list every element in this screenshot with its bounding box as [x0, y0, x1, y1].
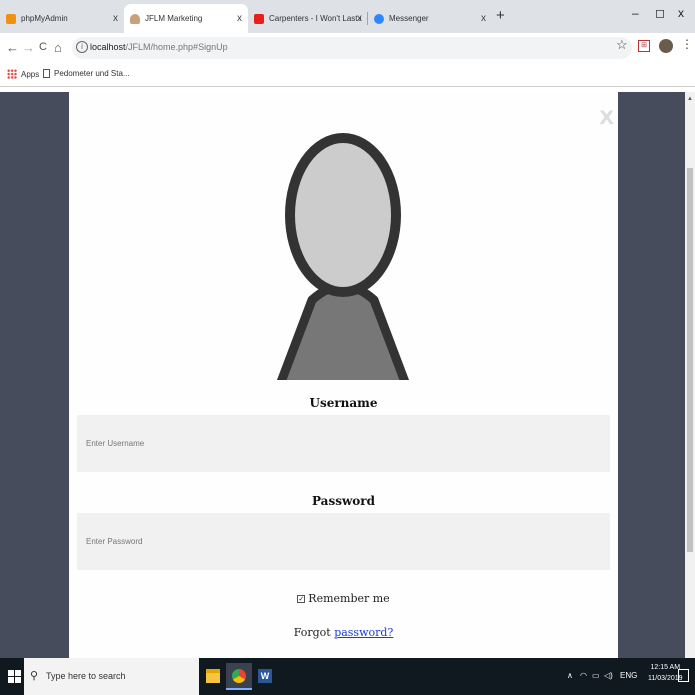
bookmark-label: Apps — [21, 69, 40, 79]
home-button[interactable]: ⌂ — [54, 40, 62, 55]
avatar-body — [276, 281, 410, 380]
tab-title: Messenger — [389, 14, 429, 23]
remember-me-checkbox[interactable]: ✓ — [297, 595, 306, 603]
remember-me-row: ✓ Remember me — [69, 592, 618, 605]
profile-avatar[interactable] — [659, 39, 673, 53]
username-placeholder: Enter Username — [86, 439, 145, 448]
reload-button[interactable]: C — [39, 41, 47, 53]
tab-close-icon[interactable]: x — [357, 13, 362, 24]
jflm-favicon-icon — [130, 13, 140, 24]
url-path: /JFLM/home.php#SignUp — [125, 42, 228, 52]
browser-menu-icon[interactable]: ⋮ — [681, 37, 693, 51]
taskbar-search-placeholder: Type here to search — [46, 671, 126, 681]
new-tab-button[interactable]: + — [496, 7, 505, 24]
document-icon — [43, 69, 50, 78]
page-scrollbar[interactable]: ▲ — [685, 92, 695, 658]
tray-chevron-icon[interactable]: ∧ — [567, 671, 573, 680]
tab-close-icon[interactable]: x — [237, 13, 242, 24]
chrome-taskbar-button[interactable] — [226, 663, 252, 690]
bookmark-star-icon[interactable]: ☆ — [616, 37, 628, 53]
tab-messenger[interactable]: Messenger x — [368, 4, 492, 33]
forgot-password-link[interactable]: password? — [334, 626, 393, 639]
modal-close-button[interactable]: x — [600, 100, 614, 131]
notification-icon[interactable] — [678, 669, 689, 682]
address-bar[interactable]: i localhost/JFLM/home.php#SignUp — [72, 37, 632, 59]
file-explorer-taskbar-button[interactable] — [200, 663, 226, 690]
tab-close-icon[interactable]: x — [113, 13, 118, 24]
tab-close-icon[interactable]: x — [481, 13, 486, 24]
scrollbar-thumb[interactable] — [687, 168, 693, 552]
extension-icon[interactable]: ⊞ — [638, 40, 650, 52]
search-icon: ⚲ — [30, 670, 39, 682]
scroll-up-icon[interactable]: ▲ — [687, 96, 693, 102]
tab-youtube-carpenters[interactable]: Carpenters - I Won't Last A D x — [248, 4, 368, 33]
url-text[interactable]: localhost/JFLM/home.php#SignUp — [90, 42, 228, 52]
windows-start-icon[interactable] — [8, 670, 21, 683]
remember-me-label[interactable]: Remember me — [308, 592, 389, 605]
youtube-favicon-icon — [254, 13, 264, 24]
folder-icon — [206, 669, 220, 683]
username-input[interactable]: Enter Username — [77, 415, 610, 472]
messenger-favicon-icon — [374, 13, 384, 24]
avatar-icon — [276, 133, 410, 380]
minimize-button[interactable]: – — [632, 6, 639, 20]
apps-grid-icon — [7, 69, 17, 79]
network-icon[interactable]: ◠ — [580, 671, 587, 680]
close-window-button[interactable]: x — [678, 6, 684, 20]
url-host: localhost — [90, 42, 126, 52]
info-icon[interactable]: i — [76, 41, 88, 53]
taskbar-search[interactable]: ⚲ Type here to search — [24, 658, 199, 695]
bookmark-label: Pedometer und Sta... — [54, 69, 130, 78]
password-input[interactable]: Enter Password — [77, 513, 610, 570]
maximize-button[interactable]: ◻ — [655, 6, 665, 20]
bookmark-apps[interactable]: Apps — [7, 69, 39, 79]
tab-title: phpMyAdmin — [21, 14, 68, 23]
bookmarks-bar: Apps Pedometer und Sta... — [0, 63, 695, 87]
password-placeholder: Enter Password — [86, 537, 143, 546]
windows-taskbar: ⚲ Type here to search W ∧ ◠ ▭ ◁) ENG 12:… — [0, 658, 695, 695]
phpmyadmin-favicon-icon — [6, 13, 16, 24]
tab-phpmyadmin[interactable]: phpMyAdmin x — [0, 4, 124, 33]
tab-jflm-marketing[interactable]: JFLM Marketing x — [124, 4, 248, 33]
back-button[interactable]: ← — [6, 40, 19, 55]
forward-button[interactable]: → — [22, 40, 35, 55]
forgot-prefix: Forgot — [293, 626, 335, 639]
battery-icon[interactable]: ▭ — [592, 671, 600, 680]
word-taskbar-button[interactable]: W — [252, 663, 278, 690]
word-icon: W — [258, 669, 272, 683]
forgot-password-row: Forgot password? — [69, 626, 618, 639]
login-modal: x Username Enter Username Password Enter… — [69, 92, 618, 658]
avatar-head — [285, 133, 401, 297]
browser-toolbar: ← → C ⌂ i localhost/JFLM/home.php#SignUp — [0, 33, 695, 63]
tab-title: Carpenters - I Won't Last A D — [269, 14, 361, 23]
password-label: Password — [311, 494, 376, 508]
chrome-icon — [232, 669, 246, 683]
bookmark-pedometer[interactable]: Pedometer und Sta... — [43, 69, 130, 78]
username-label: Username — [309, 396, 378, 410]
browser-tab-bar: phpMyAdmin x JFLM Marketing x Carpenters… — [0, 0, 695, 33]
tab-title: JFLM Marketing — [145, 14, 203, 23]
language-indicator[interactable]: ENG — [620, 671, 637, 680]
volume-icon[interactable]: ◁) — [604, 671, 613, 680]
page-backdrop: x Username Enter Username Password Enter… — [0, 92, 685, 658]
